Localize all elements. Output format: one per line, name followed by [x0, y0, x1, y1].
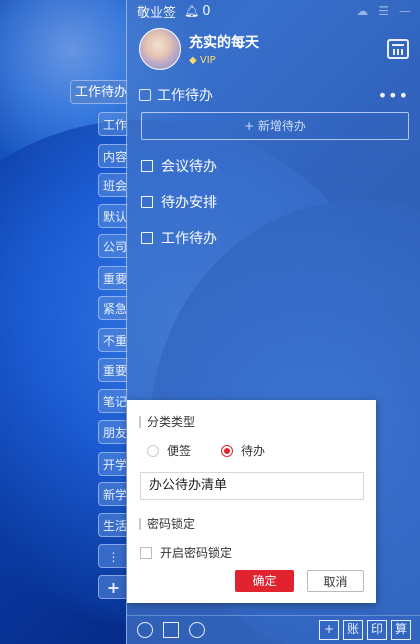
app-title: 敬业签 [137, 5, 177, 21]
tab-14[interactable]: 生活 [98, 513, 128, 537]
todo-list-icon [139, 89, 151, 101]
add-todo-button[interactable]: + 新增待办 [141, 112, 409, 140]
close-icon[interactable]: — [399, 4, 411, 18]
tab-10[interactable]: 笔记 [98, 389, 128, 413]
title-bar: 敬业签 🔔︎ 0 ☁ ☰ — [127, 0, 420, 22]
radio-todo[interactable]: 待办 [221, 442, 265, 459]
password-lock-checkbox[interactable]: 开启密码锁定 [140, 544, 232, 561]
tab-12[interactable]: 开学 [98, 452, 128, 476]
more-tabs-button[interactable]: ⋮ [98, 544, 128, 568]
tab-13[interactable]: 新学 [98, 482, 128, 506]
avatar[interactable] [139, 28, 181, 70]
calendar-check-icon[interactable] [163, 622, 179, 638]
calendar-icon[interactable] [387, 39, 409, 59]
tab-7[interactable]: 紧急 [98, 296, 128, 320]
ledger-button[interactable]: 账 [343, 620, 363, 640]
tab-4[interactable]: 默认 [98, 204, 128, 228]
tab-11[interactable]: 朋友 [98, 420, 128, 444]
tab-5[interactable]: 公司 [98, 234, 128, 258]
radio-button-selected[interactable] [221, 444, 233, 457]
checkbox[interactable] [141, 232, 153, 244]
password-lock-heading: 密码锁定 [139, 518, 195, 530]
category-name-input[interactable]: 办公待办清单 [140, 472, 364, 500]
category-type-heading: 分类类型 [139, 416, 195, 428]
menu-icon[interactable]: ☰ [378, 4, 389, 18]
user-name: 充实的每天 [189, 35, 259, 51]
clock-icon[interactable] [137, 622, 153, 638]
radio-note[interactable]: 便签 [147, 442, 191, 459]
more-options-icon[interactable]: ••• [378, 86, 409, 105]
todo-item[interactable]: 会议待办 [127, 148, 420, 184]
tab-6[interactable]: 重要 [98, 266, 128, 290]
bell-icon[interactable]: 🔔︎ [184, 4, 199, 18]
vip-badge: ◆ VIP [189, 55, 216, 66]
confirm-button[interactable]: 确定 [235, 570, 294, 592]
todo-item[interactable]: 待办安排 [127, 184, 420, 220]
tab-8[interactable]: 不重 [98, 328, 128, 352]
checkbox[interactable] [140, 546, 152, 559]
tab-2[interactable]: 内容 [98, 144, 128, 168]
tab-0[interactable]: 工作待办 [70, 80, 128, 104]
search-icon[interactable] [189, 622, 205, 638]
cloud-icon[interactable]: ☁ [356, 4, 368, 18]
bottom-toolbar: + 账 印 算 [127, 615, 420, 644]
radio-button[interactable] [147, 444, 159, 457]
notification-count: 0 [202, 3, 211, 19]
add-category-button[interactable]: + [98, 575, 128, 599]
calculator-button[interactable]: 算 [391, 620, 411, 640]
user-profile: 充实的每天 ◆ VIP [127, 22, 420, 76]
cancel-button[interactable]: 取消 [307, 570, 364, 592]
todo-item[interactable]: 工作待办 [127, 220, 420, 256]
add-note-button[interactable]: + [319, 620, 339, 640]
tab-3[interactable]: 班会 [98, 173, 128, 197]
tab-9[interactable]: 重要 [98, 358, 128, 382]
tab-1[interactable]: 工作 [98, 112, 128, 136]
checkbox[interactable] [141, 196, 153, 208]
section-header: 工作待办 ••• [127, 82, 420, 108]
section-title: 工作待办 [157, 88, 213, 104]
print-button[interactable]: 印 [367, 620, 387, 640]
checkbox[interactable] [141, 160, 153, 172]
